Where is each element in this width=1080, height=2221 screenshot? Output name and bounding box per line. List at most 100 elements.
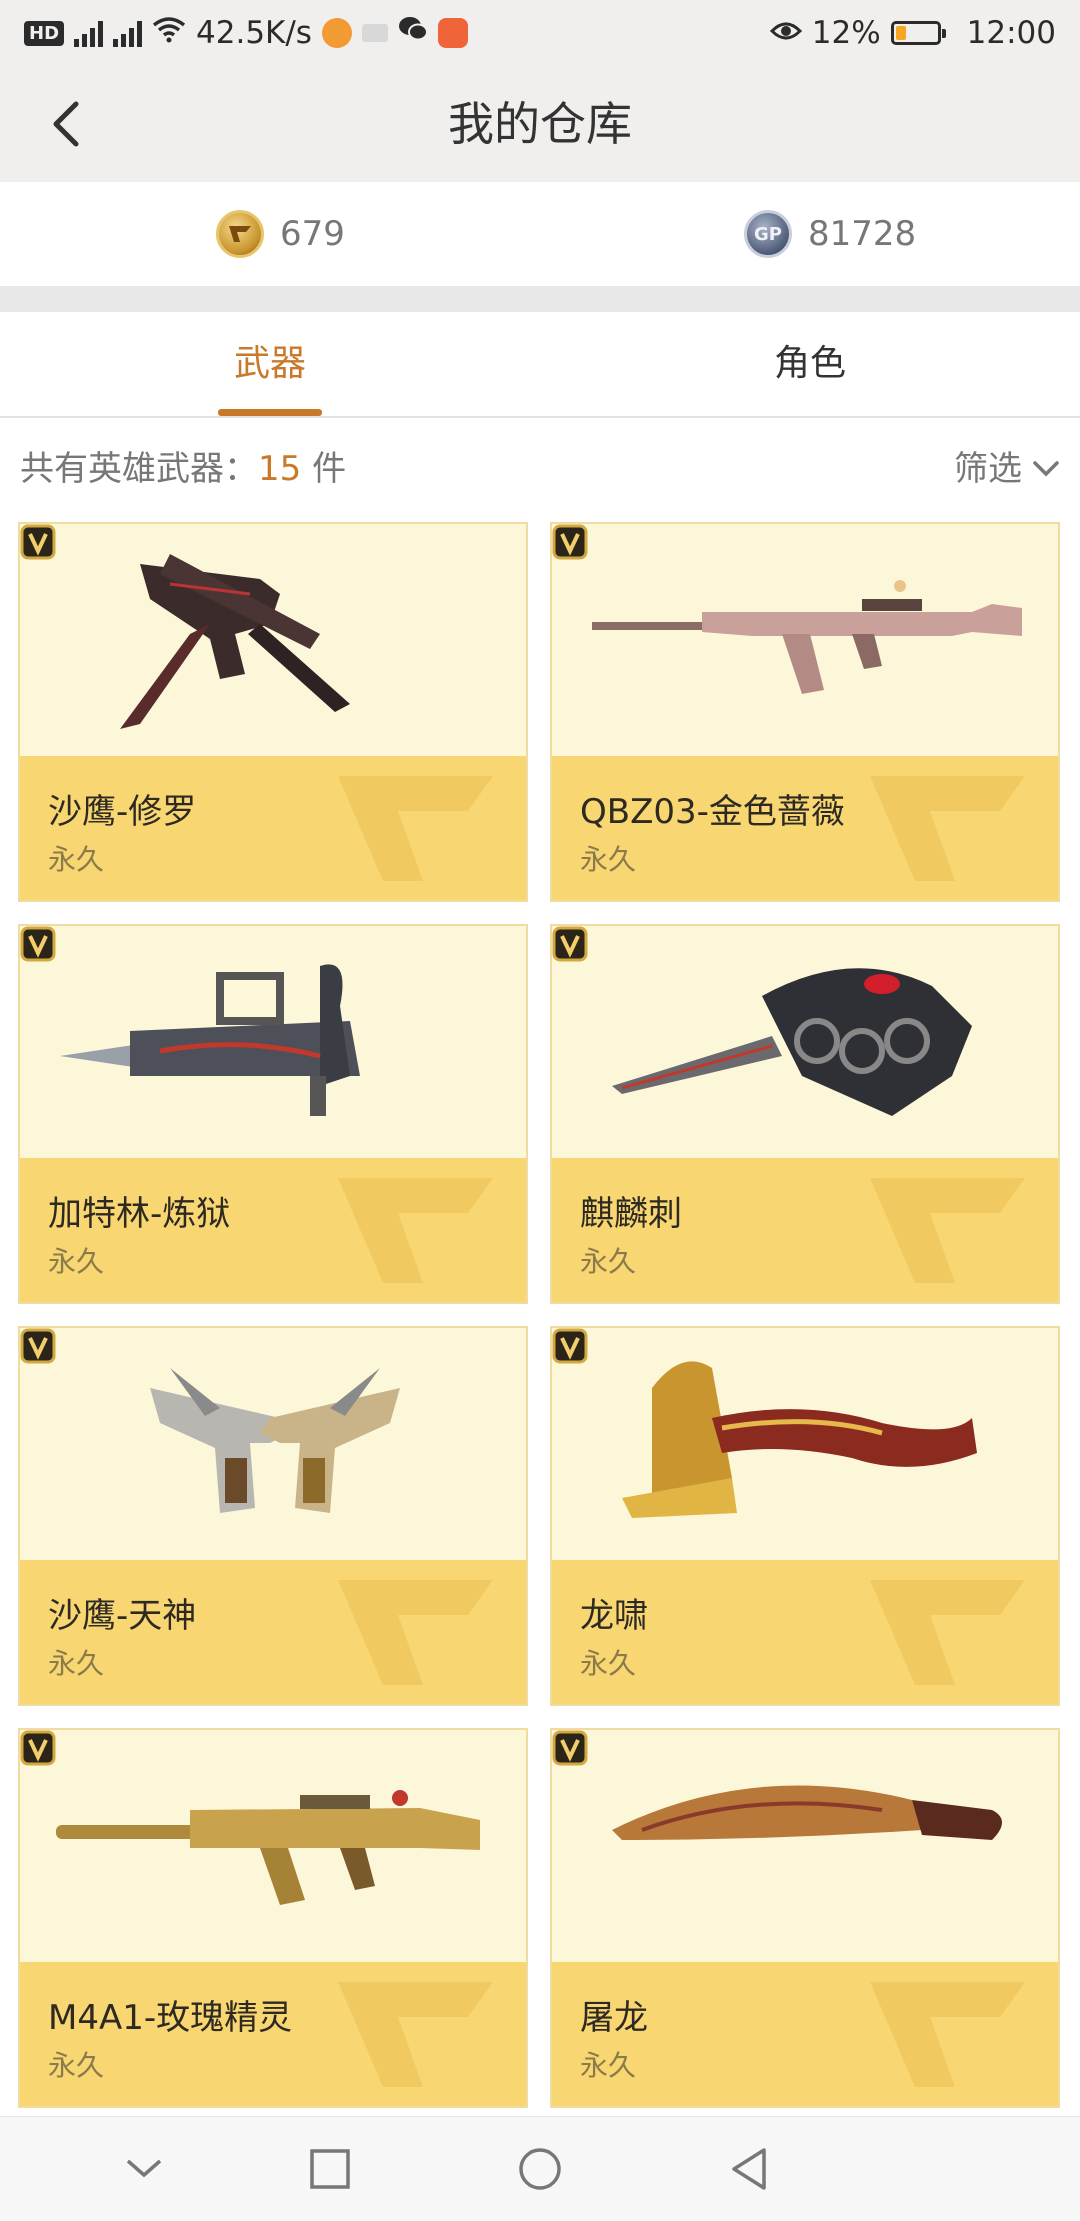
dual-pistol-blade-icon: [120, 554, 350, 729]
weapon-card-footer: 沙鹰-修罗 永久: [20, 756, 526, 900]
network-speed: 42.5K/s: [196, 15, 312, 51]
weapon-card[interactable]: M4A1-玫瑰精灵 永久: [18, 1728, 528, 2108]
rifle-icon: [592, 580, 1022, 694]
signal-4g-icon: [74, 19, 104, 47]
dragon-axe-icon: [622, 1361, 977, 1518]
home-button[interactable]: [510, 2139, 570, 2199]
hd-indicator: HD: [24, 20, 65, 46]
filter-button[interactable]: 筛选: [954, 416, 1060, 522]
weapon-name: 加特林-炼狱: [48, 1194, 231, 1234]
gatling-gun-icon: [60, 964, 360, 1116]
weapon-image: [552, 926, 1058, 1158]
assault-rifle-icon: [56, 1790, 480, 1905]
weapon-image: [552, 1730, 1058, 1962]
weapon-count: 15: [258, 449, 302, 489]
weibo-app-icon: [321, 18, 352, 48]
battery-percent: 12%: [811, 15, 881, 51]
vip-badge-icon: [552, 926, 588, 962]
battery-icon: [890, 21, 946, 45]
summary-suffix: 件: [301, 449, 347, 489]
weapon-name: 沙鹰-修罗: [48, 792, 197, 832]
recents-button[interactable]: [300, 2139, 360, 2199]
weapon-card-footer: 屠龙 永久: [552, 1962, 1058, 2106]
weapon-image: [20, 524, 526, 756]
triangle-back-icon: [732, 2148, 766, 2190]
cf-logo-watermark-icon: [338, 1982, 493, 2087]
weapon-card[interactable]: 沙鹰-修罗 永久: [18, 522, 528, 902]
tab-bar: 武器 角色: [0, 312, 1080, 418]
vip-badge-icon: [552, 524, 588, 560]
app-header: 我的仓库: [0, 66, 1080, 182]
circle-icon: [519, 2148, 561, 2190]
back-nav-button[interactable]: [720, 2139, 780, 2199]
tab-roles[interactable]: 角色: [540, 312, 1080, 416]
weapon-image: [552, 524, 1058, 756]
cf-coin-value: 679: [280, 214, 345, 254]
hide-nav-button[interactable]: [114, 2139, 174, 2199]
cf-logo-watermark-icon: [870, 776, 1025, 881]
wifi-icon: [152, 15, 186, 51]
gp-balance: GP 81728: [744, 182, 916, 286]
cf-logo-watermark-icon: [338, 776, 493, 881]
weapon-image: [20, 926, 526, 1158]
weapon-card[interactable]: 加特林-炼狱 永久: [18, 924, 528, 1304]
vip-badge-icon: [20, 1328, 56, 1364]
weapon-count-summary: 共有英雄武器：15 件: [20, 416, 346, 522]
weapon-image: [552, 1328, 1058, 1560]
vip-badge-icon: [552, 1730, 588, 1766]
vip-badge-icon: [552, 1328, 588, 1364]
weapon-name: 麒麟刺: [580, 1194, 682, 1234]
weapon-card[interactable]: QBZ03-金色蔷薇 永久: [550, 522, 1060, 902]
twin-pistols-icon: [150, 1368, 400, 1513]
weapon-card[interactable]: 麒麟刺 永久: [550, 924, 1060, 1304]
weapon-grid: 沙鹰-修罗 永久 QBZ03-金色蔷薇 永久 加特林-炼狱 永久 麒麟刺 永久 …: [18, 522, 1062, 2114]
weapon-name: 龙啸: [580, 1596, 648, 1636]
weapon-name: 屠龙: [580, 1998, 648, 2038]
cf-coin-icon: [216, 210, 264, 258]
cf-logo-watermark-icon: [338, 1580, 493, 1685]
clock: 12:00: [966, 15, 1056, 51]
status-bar: HD 42.5K/s 12% 12:00: [0, 0, 1080, 66]
square-icon: [310, 2149, 350, 2189]
weapon-name: QBZ03-金色蔷薇: [580, 792, 845, 832]
notification-app-icon: [361, 24, 388, 42]
system-nav-bar: [0, 2116, 1080, 2221]
cf-logo-watermark-icon: [870, 1178, 1025, 1283]
eye-comfort-icon: [769, 15, 802, 51]
weapon-name: 沙鹰-天神: [48, 1596, 197, 1636]
chevron-down-icon: [1033, 461, 1059, 477]
wechat-icon: [398, 15, 428, 51]
weapon-duration: 永久: [48, 1245, 105, 1278]
weapon-image: [20, 1730, 526, 1962]
weapon-duration: 永久: [48, 2049, 105, 2082]
vip-badge-icon: [20, 524, 56, 560]
video-app-icon: [437, 18, 468, 48]
weapon-card[interactable]: 屠龙 永久: [550, 1728, 1060, 2108]
weapon-name: M4A1-玫瑰精灵: [48, 1998, 293, 2038]
gp-coin-icon: GP: [744, 210, 792, 258]
weapon-card-footer: 沙鹰-天神 永久: [20, 1560, 526, 1704]
weapon-card[interactable]: 龙啸 永久: [550, 1326, 1060, 1706]
vip-badge-icon: [20, 1730, 56, 1766]
machete-icon: [612, 1785, 1002, 1840]
knuckle-dagger-icon: [612, 968, 972, 1116]
page-title: 我的仓库: [448, 97, 632, 151]
weapon-duration: 永久: [580, 2049, 637, 2082]
weapon-card-footer: 龙啸 永久: [552, 1560, 1058, 1704]
tab-weapons[interactable]: 武器: [0, 312, 540, 416]
filter-label: 筛选: [954, 449, 1022, 489]
weapon-card-footer: QBZ03-金色蔷薇 永久: [552, 756, 1058, 900]
cf-logo-watermark-icon: [870, 1982, 1025, 2087]
vip-badge-icon: [20, 926, 56, 962]
currency-bar: 679 GP 81728: [0, 182, 1080, 286]
weapon-card[interactable]: 沙鹰-天神 永久: [18, 1326, 528, 1706]
gp-value: 81728: [808, 214, 917, 254]
cf-logo-watermark-icon: [870, 1580, 1025, 1685]
cf-coin-balance: 679: [216, 182, 345, 286]
summary-prefix: 共有英雄武器：: [20, 449, 258, 489]
weapon-duration: 永久: [580, 1647, 637, 1680]
weapon-card-footer: 加特林-炼狱 永久: [20, 1158, 526, 1302]
weapon-duration: 永久: [580, 843, 637, 876]
weapon-card-footer: 麒麟刺 永久: [552, 1158, 1058, 1302]
active-tab-indicator: [218, 409, 322, 416]
